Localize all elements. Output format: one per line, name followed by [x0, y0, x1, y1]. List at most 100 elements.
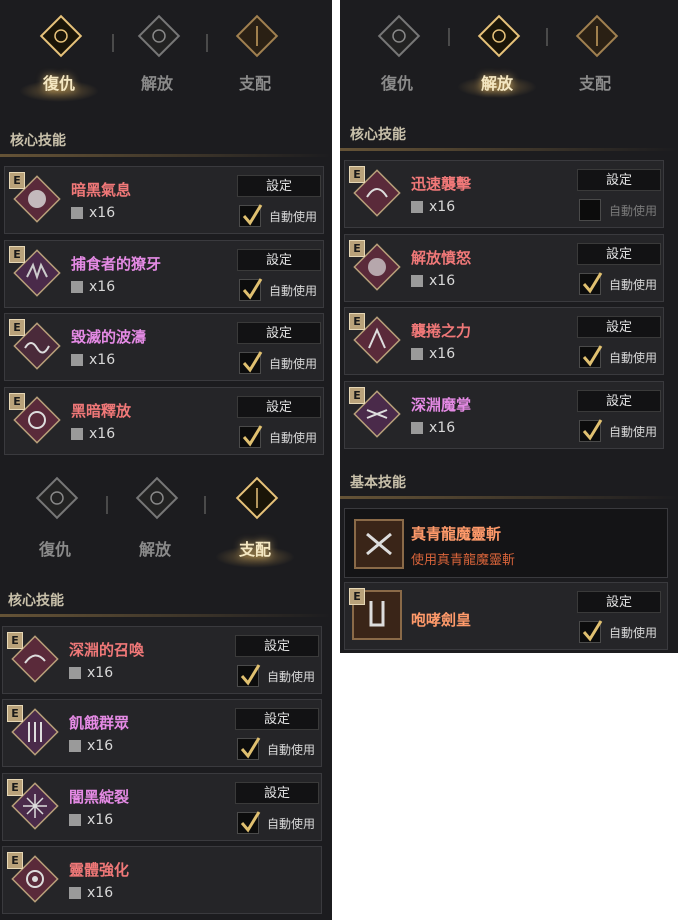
skill-count: x16	[71, 426, 115, 442]
skill-name: 迅速襲擊	[411, 175, 472, 193]
skill-count: x16	[411, 273, 455, 289]
hotkey-badge: E	[349, 588, 365, 605]
auto-use-checkbox[interactable]	[239, 351, 263, 374]
tab-domination[interactable]: 支配	[210, 462, 300, 568]
skill-card[interactable]: E 靈體強化 x16	[2, 846, 322, 914]
skill-card[interactable]: E 暗黑氣息 x16 設定 自動使用	[4, 166, 324, 234]
auto-use-checkbox[interactable]	[579, 199, 601, 221]
tab-bar: 復仇 解放 支配	[0, 0, 332, 104]
settings-button[interactable]: 設定	[577, 591, 661, 613]
auto-use-label: 自動使用	[269, 357, 318, 371]
skill-card[interactable]: E 深淵的召喚 x16 設定 自動使用	[2, 626, 322, 694]
tab-label: 解放	[480, 74, 513, 93]
skill-card[interactable]: E 飢餓群眾 x16 設定 自動使用	[2, 699, 322, 767]
auto-use-checkbox[interactable]	[237, 664, 261, 687]
revenge-icon	[39, 14, 83, 58]
skill-count: x16	[71, 352, 115, 368]
skill-count: x16	[411, 346, 455, 362]
auto-use-label: 自動使用	[267, 817, 316, 831]
skill-count: x16	[69, 665, 113, 681]
tab-revenge[interactable]: 復仇	[352, 0, 442, 100]
skill-card[interactable]: E 毀滅的波濤 x16 設定 自動使用	[4, 313, 324, 381]
auto-use-label: 自動使用	[609, 351, 658, 365]
checkmark-icon	[242, 351, 263, 373]
auto-use-label: 自動使用	[269, 210, 318, 224]
tab-revenge[interactable]: 復仇	[10, 462, 100, 562]
checkmark-icon	[582, 419, 603, 441]
hotkey-badge: E	[349, 240, 365, 257]
skill-count: x16	[69, 812, 113, 828]
skill-count: x16	[411, 420, 455, 436]
settings-button[interactable]: 設定	[577, 243, 661, 265]
hotkey-badge: E	[7, 779, 23, 796]
liberation-icon	[137, 14, 181, 58]
skill-name: 深淵魔掌	[411, 396, 472, 414]
settings-button[interactable]: 設定	[577, 390, 661, 412]
skill-card[interactable]: E 迅速襲擊 x16 設定 自動使用	[344, 160, 664, 228]
auto-use-checkbox[interactable]	[579, 419, 603, 442]
tab-bar: 復仇 解放 支配	[0, 462, 332, 568]
tab-liberation[interactable]: 解放	[112, 0, 202, 100]
skill-card[interactable]: E 黑暗釋放 x16 設定 自動使用	[4, 387, 324, 455]
tab-label: 解放	[138, 540, 171, 559]
domination-icon	[575, 14, 619, 58]
auto-use-label: 自動使用	[267, 743, 316, 757]
auto-use-checkbox[interactable]	[579, 345, 603, 368]
skill-card[interactable]: E 深淵魔掌 x16 設定 自動使用	[344, 381, 664, 449]
skill-name: 襲捲之力	[411, 322, 472, 340]
auto-use-checkbox[interactable]	[579, 620, 603, 643]
tab-divider	[448, 28, 450, 46]
tab-revenge[interactable]: 復仇	[14, 0, 104, 102]
skill-card[interactable]: E 解放憤怒 x16 設定 自動使用	[344, 234, 664, 302]
auto-use-checkbox[interactable]	[239, 204, 263, 227]
settings-button[interactable]: 設定	[577, 169, 661, 191]
hotkey-badge: E	[349, 166, 365, 183]
settings-button[interactable]: 設定	[235, 708, 319, 730]
section-title: 核心技能	[10, 133, 66, 149]
potion-icon	[411, 348, 423, 360]
tab-liberation[interactable]: 解放	[110, 462, 200, 562]
checkmark-icon	[242, 425, 263, 447]
hotkey-badge: E	[7, 705, 23, 722]
skill-card[interactable]: E 闇黑綻裂 x16 設定 自動使用	[2, 773, 322, 841]
auto-use-checkbox[interactable]	[579, 272, 603, 295]
settings-button[interactable]: 設定	[237, 322, 321, 344]
checkmark-icon	[582, 272, 603, 294]
revenge-icon	[35, 476, 79, 520]
auto-use-label: 自動使用	[269, 284, 318, 298]
tab-divider	[106, 496, 108, 514]
hotkey-badge: E	[7, 632, 23, 649]
checkmark-icon	[240, 737, 261, 759]
settings-button[interactable]: 設定	[235, 782, 319, 804]
settings-button[interactable]: 設定	[237, 249, 321, 271]
auto-use-checkbox[interactable]	[237, 737, 261, 760]
auto-use-checkbox[interactable]	[239, 278, 263, 301]
auto-use-label: 自動使用	[609, 204, 658, 218]
skill-count: x16	[71, 279, 115, 295]
basic-skill-card[interactable]: E 咆哮劍皇 設定 自動使用	[344, 582, 668, 650]
skill-name: 黑暗釋放	[71, 402, 132, 420]
tab-domination[interactable]: 支配	[550, 0, 640, 100]
tab-liberation[interactable]: 解放	[452, 0, 542, 100]
tab-bar: 復仇 解放 支配	[340, 0, 678, 104]
tab-domination[interactable]: 支配	[210, 0, 300, 100]
skill-card[interactable]: E 襲捲之力 x16 設定 自動使用	[344, 307, 664, 375]
section-divider	[340, 496, 678, 499]
auto-use-checkbox[interactable]	[237, 811, 261, 834]
skill-description: 使用真青龍魔靈斬	[411, 553, 516, 568]
auto-use-checkbox[interactable]	[239, 425, 263, 448]
section-divider	[0, 154, 332, 157]
settings-button[interactable]: 設定	[577, 316, 661, 338]
panel-liberation: 復仇 解放 支配 核心技能 E 迅速襲擊 x16 設定 自動使用 E 解放憤怒 …	[340, 0, 678, 653]
settings-button[interactable]: 設定	[235, 635, 319, 657]
skill-count: x16	[71, 205, 115, 221]
skill-count: x16	[69, 885, 113, 901]
skill-card[interactable]: E 捕食者的獠牙 x16 設定 自動使用	[4, 240, 324, 308]
checkmark-icon	[242, 204, 263, 226]
potion-icon	[411, 422, 423, 434]
basic-skill-card[interactable]: 真青龍魔靈斬 使用真青龍魔靈斬	[344, 508, 668, 578]
settings-button[interactable]: 設定	[237, 396, 321, 418]
settings-button[interactable]: 設定	[237, 175, 321, 197]
skill-name: 深淵的召喚	[69, 641, 145, 659]
tab-divider	[546, 28, 548, 46]
